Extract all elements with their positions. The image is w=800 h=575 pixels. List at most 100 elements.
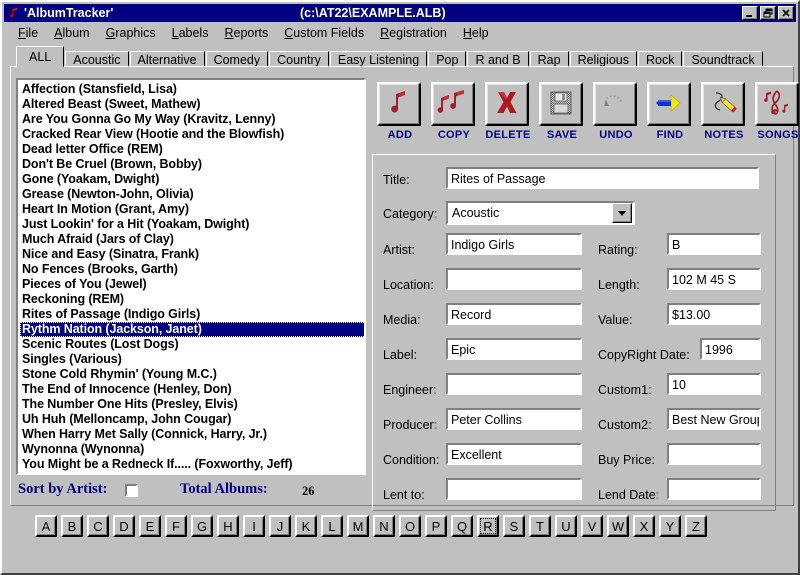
minimize-icon[interactable] — [742, 6, 758, 20]
artist-input[interactable]: Indigo Girls — [446, 233, 582, 255]
list-item[interactable]: Rythm Nation (Jackson, Janet) — [20, 322, 364, 337]
engineer-input[interactable] — [446, 373, 582, 395]
alpha-button-t[interactable]: T — [529, 515, 551, 537]
list-item[interactable]: Much Afraid (Jars of Clay) — [20, 232, 364, 247]
copyright-date-input[interactable]: 1996 — [700, 338, 761, 360]
notes-button[interactable] — [701, 82, 745, 126]
undo-label: UNDO — [599, 129, 633, 141]
lent-to-input[interactable] — [446, 478, 582, 500]
alpha-button-q[interactable]: Q — [451, 515, 473, 537]
media-input[interactable]: Record — [446, 303, 582, 325]
alpha-button-w[interactable]: W — [607, 515, 629, 537]
menu-item-file[interactable]: File — [10, 24, 46, 42]
album-list[interactable]: Affection (Stansfield, Lisa) Altered Beas… — [16, 78, 366, 475]
find-button[interactable] — [647, 82, 691, 126]
value-input[interactable]: $13.00 — [667, 303, 761, 325]
list-item[interactable]: Scenic Routes (Lost Dogs) — [20, 337, 364, 352]
list-item[interactable]: You Might be a Redneck If..... (Foxworth… — [20, 457, 364, 472]
delete-button[interactable] — [485, 82, 529, 126]
add-button[interactable] — [377, 82, 421, 126]
producer-input[interactable]: Peter Collins — [446, 408, 582, 430]
alpha-button-g[interactable]: G — [191, 515, 213, 537]
alpha-button-x[interactable]: X — [633, 515, 655, 537]
tab-all[interactable]: ALL — [16, 46, 65, 67]
alpha-button-y[interactable]: Y — [659, 515, 681, 537]
list-item[interactable]: Rites of Passage (Indigo Girls) — [20, 307, 364, 322]
label-input[interactable]: Epic — [446, 338, 582, 360]
list-item[interactable]: Nice and Easy (Sinatra, Frank) — [20, 247, 364, 262]
condition-input[interactable]: Excellent — [446, 443, 582, 465]
list-item[interactable]: The End of Innocence (Henley, Don) — [20, 382, 364, 397]
list-item[interactable]: Altered Beast (Sweet, Mathew) — [20, 97, 364, 112]
list-item[interactable]: Are You Gonna Go My Way (Kravitz, Lenny) — [20, 112, 364, 127]
alpha-button-d[interactable]: D — [113, 515, 135, 537]
list-item[interactable]: Pieces of You (Jewel) — [20, 277, 364, 292]
treble-clef-icon — [761, 88, 793, 121]
toolbar: ADD COPY DELETE SAVE UNDO FIND NOTES SON… — [377, 82, 800, 141]
list-item[interactable]: Wynonna (Wynonna) — [20, 442, 364, 457]
undo-button[interactable] — [593, 82, 637, 126]
menu-item-labels[interactable]: Labels — [164, 24, 217, 42]
alpha-button-s[interactable]: S — [503, 515, 525, 537]
alpha-button-v[interactable]: V — [581, 515, 603, 537]
copy-button[interactable] — [431, 82, 475, 126]
list-item[interactable]: Don't Be Cruel (Brown, Bobby) — [20, 157, 364, 172]
menu-item-help[interactable]: Help — [455, 24, 497, 42]
list-item[interactable]: Reckoning (REM) — [20, 292, 364, 307]
alpha-button-c[interactable]: C — [87, 515, 109, 537]
title-input[interactable]: Rites of Passage — [446, 167, 759, 189]
alpha-button-i[interactable]: I — [243, 515, 265, 537]
chevron-down-icon[interactable] — [612, 203, 632, 223]
menu-item-album[interactable]: Album — [46, 24, 97, 42]
category-select[interactable]: Acoustic — [446, 201, 635, 225]
location-input[interactable] — [446, 268, 582, 290]
alpha-button-b[interactable]: B — [61, 515, 83, 537]
list-item[interactable]: Gone (Yoakam, Dwight) — [20, 172, 364, 187]
alpha-button-u[interactable]: U — [555, 515, 577, 537]
custom2-input[interactable]: Best New Group — [667, 408, 761, 430]
list-item[interactable]: Uh Huh (Melloncamp, John Cougar) — [20, 412, 364, 427]
sort-by-artist-checkbox[interactable] — [125, 484, 138, 497]
rating-input[interactable]: B — [667, 233, 761, 255]
buy-price-input[interactable] — [667, 443, 761, 465]
list-item[interactable]: Affection (Stansfield, Lisa) — [20, 82, 364, 97]
alpha-button-n[interactable]: N — [373, 515, 395, 537]
list-item[interactable]: Heart In Motion (Grant, Amy) — [20, 202, 364, 217]
restore-icon[interactable] — [760, 6, 776, 20]
alpha-button-k[interactable]: K — [295, 515, 317, 537]
list-item[interactable]: Cracked Rear View (Hootie and the Blowfi… — [20, 127, 364, 142]
menu-bar: File Album Graphics Labels Reports Custo… — [4, 23, 796, 42]
alpha-button-f[interactable]: F — [165, 515, 187, 537]
toolbar-cell-save: SAVE — [539, 82, 585, 141]
close-icon[interactable] — [778, 6, 794, 20]
list-item[interactable]: Just Lookin' for a Hit (Yoakam, Dwight) — [20, 217, 364, 232]
custom1-input[interactable]: 10 — [667, 373, 761, 395]
menu-item-reports[interactable]: Reports — [216, 24, 276, 42]
list-item[interactable]: The Number One Hits (Presley, Elvis) — [20, 397, 364, 412]
list-item[interactable]: Grease (Newton-John, Olivia) — [20, 187, 364, 202]
alpha-button-r[interactable]: R — [477, 515, 499, 537]
alpha-button-h[interactable]: H — [217, 515, 239, 537]
media-label: Media: — [383, 313, 421, 327]
save-button[interactable] — [539, 82, 583, 126]
alpha-button-j[interactable]: J — [269, 515, 291, 537]
alpha-button-a[interactable]: A — [35, 515, 57, 537]
list-item[interactable]: Dead letter Office (REM) — [20, 142, 364, 157]
condition-label: Condition: — [383, 453, 440, 467]
alpha-button-e[interactable]: E — [139, 515, 161, 537]
menu-item-registration[interactable]: Registration — [372, 24, 455, 42]
menu-item-custom-fields[interactable]: Custom Fields — [276, 24, 372, 42]
alpha-button-o[interactable]: O — [399, 515, 421, 537]
list-item[interactable]: No Fences (Brooks, Garth) — [20, 262, 364, 277]
alpha-button-z[interactable]: Z — [685, 515, 707, 537]
length-input[interactable]: 102 M 45 S — [667, 268, 761, 290]
list-item[interactable]: Singles (Various) — [20, 352, 364, 367]
menu-item-graphics[interactable]: Graphics — [98, 24, 164, 42]
lend-date-input[interactable] — [667, 478, 761, 500]
list-item[interactable]: Stone Cold Rhymin' (Young M.C.) — [20, 367, 364, 382]
list-item[interactable]: When Harry Met Sally (Connick, Harry, Jr… — [20, 427, 364, 442]
alpha-button-m[interactable]: M — [347, 515, 369, 537]
alpha-button-l[interactable]: L — [321, 515, 343, 537]
songs-button[interactable] — [755, 82, 799, 126]
alpha-button-p[interactable]: P — [425, 515, 447, 537]
